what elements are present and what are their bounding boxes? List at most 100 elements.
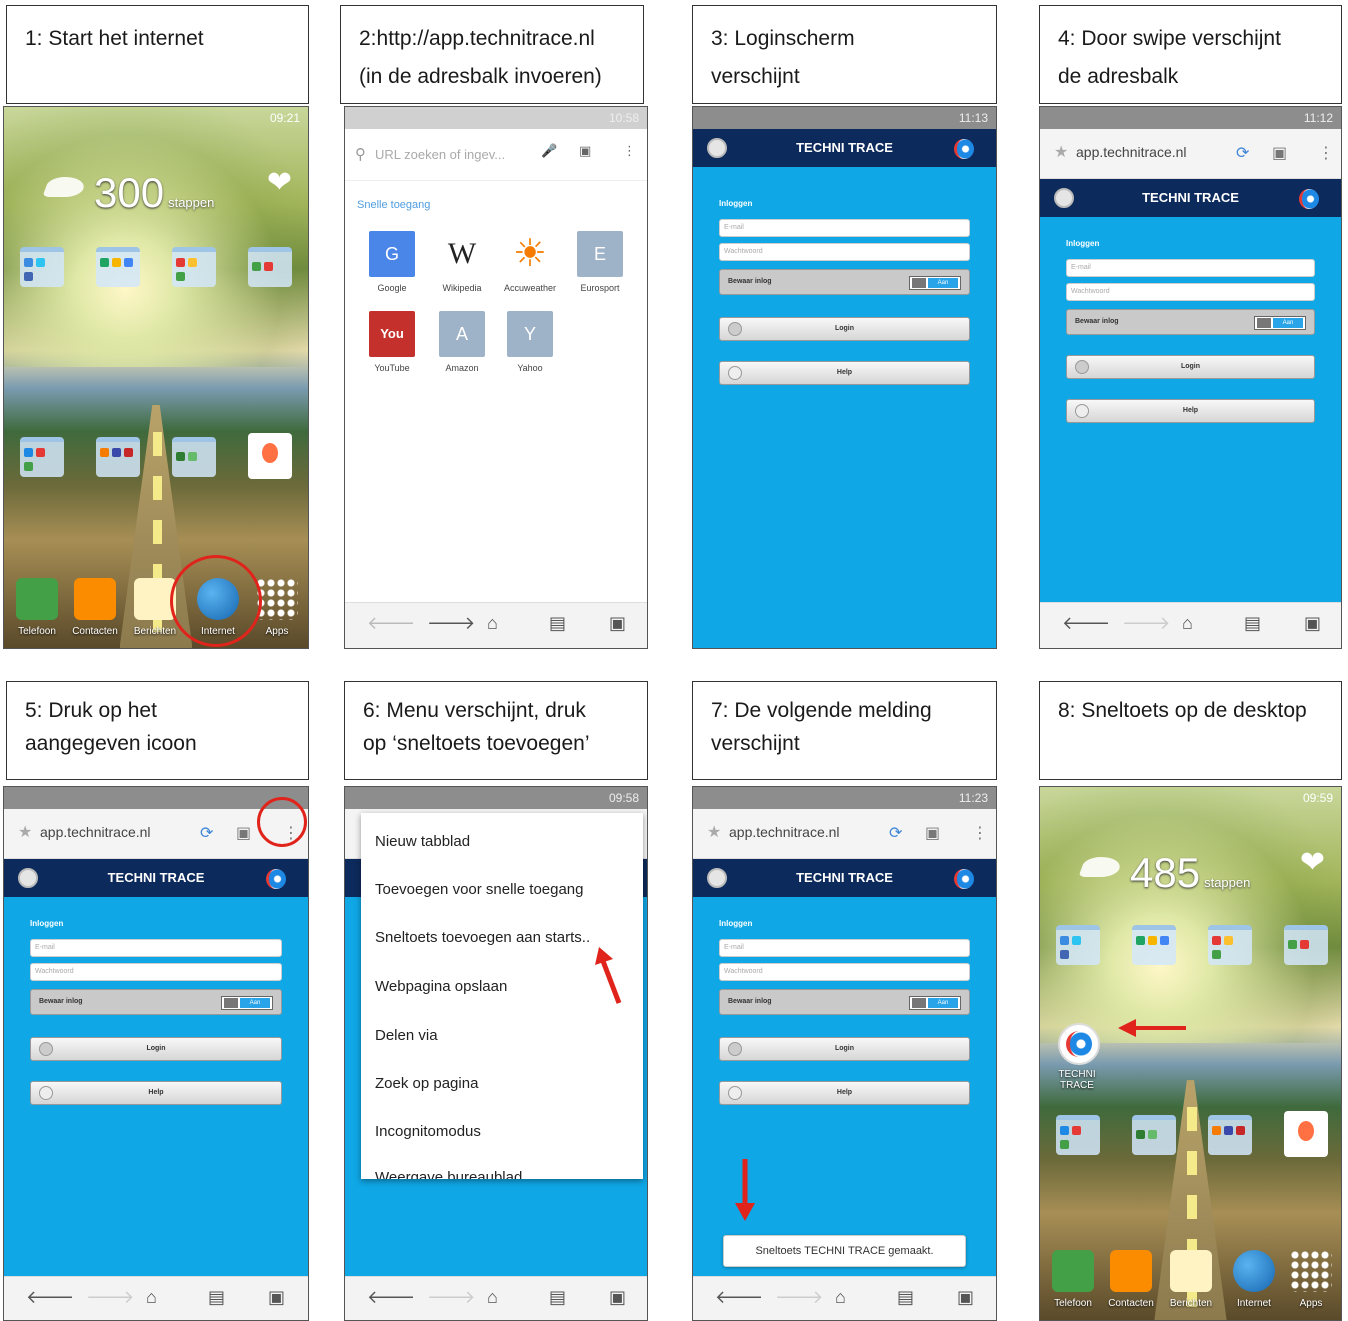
forward-icon[interactable]: 🡒	[775, 1287, 823, 1308]
bookmark-icon[interactable]: ▣	[609, 613, 626, 634]
reload-icon[interactable]: ⟳	[200, 823, 213, 843]
star-icon[interactable]: ★	[1054, 142, 1068, 162]
help-button[interactable]: Help	[719, 1081, 970, 1105]
home-icon[interactable]: ⌂	[487, 1287, 498, 1308]
bookmark-icon[interactable]: ▣	[957, 1287, 974, 1308]
home-icon[interactable]: ⌂	[835, 1287, 846, 1308]
forward-icon[interactable]: 🡒	[427, 1287, 475, 1308]
forward-icon[interactable]: 🡒	[1122, 613, 1170, 634]
reader-icon[interactable]: ▤	[549, 613, 566, 634]
password-field[interactable]: Wachtwoord	[719, 963, 970, 981]
email-field[interactable]: E-mail	[30, 939, 282, 957]
back-icon[interactable]: 🡐	[1062, 613, 1110, 634]
menu-item-incognito[interactable]: Incognitomodus	[375, 1123, 481, 1140]
app-icon[interactable]	[1284, 1111, 1328, 1157]
remember-toggle[interactable]: Aan	[1254, 316, 1306, 330]
home-icon[interactable]	[707, 868, 727, 888]
help-button[interactable]: Help	[719, 361, 970, 385]
menu-item-new-tab[interactable]: Nieuw tabblad	[375, 833, 470, 850]
youtube-tile[interactable]: You	[369, 311, 415, 357]
mic-icon[interactable]: 🎤	[541, 143, 557, 159]
contacts-icon[interactable]	[74, 578, 116, 620]
home-icon[interactable]	[1054, 188, 1074, 208]
reader-icon[interactable]: ▤	[897, 1287, 914, 1308]
folder-icon[interactable]	[20, 437, 64, 477]
star-icon[interactable]: ★	[18, 822, 32, 842]
contacts-icon[interactable]	[1110, 1250, 1152, 1292]
search-input[interactable]: URL zoeken of ingev...	[375, 147, 505, 162]
email-field[interactable]: E-mail	[719, 939, 970, 957]
star-icon[interactable]: ★	[707, 822, 721, 842]
folder-icon[interactable]	[1284, 925, 1328, 965]
back-icon[interactable]: 🡐	[367, 1287, 415, 1308]
remember-toggle[interactable]: Aan	[909, 276, 961, 290]
heart-rate-icon[interactable]: ❤	[1300, 845, 1325, 880]
url-text[interactable]: app.technitrace.nl	[729, 824, 840, 840]
reader-icon[interactable]: ▤	[549, 1287, 566, 1308]
messages-icon[interactable]	[1170, 1250, 1212, 1292]
tabs-icon[interactable]: ▣	[925, 823, 940, 843]
password-field[interactable]: Wachtwoord	[719, 243, 970, 261]
email-field[interactable]: E-mail	[1066, 259, 1315, 277]
help-button[interactable]: Help	[1066, 399, 1315, 423]
app-icon[interactable]	[248, 433, 292, 479]
password-field[interactable]: Wachtwoord	[30, 963, 282, 981]
help-button[interactable]: Help	[30, 1081, 282, 1105]
folder-icon[interactable]	[96, 437, 140, 477]
folder-icon[interactable]	[1208, 1115, 1252, 1155]
home-icon[interactable]: ⌂	[146, 1287, 157, 1308]
heart-rate-icon[interactable]: ❤	[267, 165, 292, 200]
menu-icon[interactable]: ⋮	[972, 823, 988, 843]
menu-item-add-quick-access[interactable]: Toevoegen voor snelle toegang	[375, 881, 584, 898]
folder-icon[interactable]	[172, 247, 216, 287]
url-text[interactable]: app.technitrace.nl	[40, 824, 151, 840]
yahoo-tile[interactable]: Y	[507, 311, 553, 357]
wikipedia-tile[interactable]: W	[439, 231, 485, 277]
login-button[interactable]: Login	[30, 1037, 282, 1061]
menu-item-save-page[interactable]: Webpagina opslaan	[375, 978, 507, 995]
address-bar[interactable]: ★ app.technitrace.nl ⟳ ▣ ⋮	[693, 809, 996, 859]
forward-icon[interactable]: 🡒	[86, 1287, 134, 1308]
search-bar[interactable]: ⚲ URL zoeken of ingev... 🎤 ▣ ⋮	[345, 129, 647, 181]
techni-trace-shortcut[interactable]	[1058, 1023, 1100, 1065]
folder-icon[interactable]	[96, 247, 140, 287]
login-button[interactable]: Login	[1066, 355, 1315, 379]
home-icon[interactable]	[707, 138, 727, 158]
menu-icon[interactable]: ⋮	[623, 143, 636, 159]
bookmark-icon[interactable]: ▣	[1304, 613, 1321, 634]
tabs-icon[interactable]: ▣	[579, 143, 591, 159]
apps-grid-icon[interactable]	[256, 578, 298, 620]
phone-icon[interactable]	[1052, 1250, 1094, 1292]
folder-icon[interactable]	[1132, 925, 1176, 965]
folder-icon[interactable]	[1056, 1115, 1100, 1155]
menu-item-add-shortcut[interactable]: Sneltoets toevoegen aan starts..	[375, 929, 590, 946]
login-button[interactable]: Login	[719, 1037, 970, 1061]
bookmark-icon[interactable]: ▣	[609, 1287, 626, 1308]
folder-icon[interactable]	[248, 247, 292, 287]
folder-icon[interactable]	[172, 437, 216, 477]
menu-item-find-on-page[interactable]: Zoek op pagina	[375, 1075, 478, 1092]
amazon-tile[interactable]: A	[439, 311, 485, 357]
google-tile[interactable]: G	[369, 231, 415, 277]
eurosport-tile[interactable]: E	[577, 231, 623, 277]
menu-item-share[interactable]: Delen via	[375, 1027, 438, 1044]
back-icon[interactable]: 🡐	[367, 613, 415, 634]
remember-toggle[interactable]: Aan	[221, 996, 273, 1010]
reload-icon[interactable]: ⟳	[889, 823, 902, 843]
home-icon[interactable]	[18, 868, 38, 888]
folder-icon[interactable]	[1132, 1115, 1176, 1155]
home-icon[interactable]: ⌂	[487, 613, 498, 634]
tabs-icon[interactable]: ▣	[236, 823, 251, 843]
back-icon[interactable]: 🡐	[715, 1287, 763, 1308]
folder-icon[interactable]	[1056, 925, 1100, 965]
address-bar[interactable]: ★ app.technitrace.nl ⟳ ▣ ⋮	[1040, 129, 1341, 179]
home-icon[interactable]: ⌂	[1182, 613, 1193, 634]
tabs-icon[interactable]: ▣	[1272, 143, 1287, 163]
menu-item-desktop-view[interactable]: Weergave bureaublad	[375, 1169, 522, 1179]
folder-icon[interactable]	[1208, 925, 1252, 965]
phone-icon[interactable]	[16, 578, 58, 620]
back-icon[interactable]: 🡐	[26, 1287, 74, 1308]
internet-globe-icon[interactable]	[1233, 1250, 1275, 1292]
remember-toggle[interactable]: Aan	[909, 996, 961, 1010]
apps-grid-icon[interactable]	[1290, 1250, 1332, 1292]
